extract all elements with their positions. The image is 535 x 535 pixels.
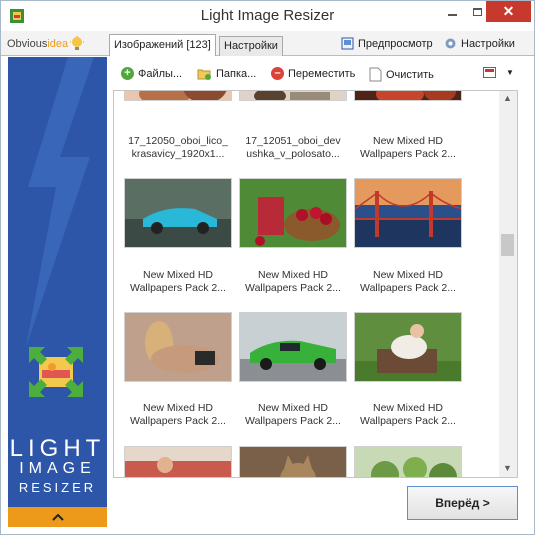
close-icon: ✕ (502, 3, 515, 19)
app-window: Light Image Resizer ✕ Obvious idea Изобра… (0, 0, 535, 535)
thumbnail-caption: New Mixed HD Wallpapers Pack 2... (360, 269, 456, 294)
thumbnail-caption: New Mixed HD Wallpapers Pack 2... (245, 269, 341, 294)
add-files-button[interactable]: + Файлы... (121, 67, 182, 80)
resize-arrows-icon (29, 347, 83, 397)
thumbnail-girl-on-sofa[interactable] (354, 312, 462, 382)
scroll-up-icon[interactable]: ▲ (503, 93, 512, 103)
logo-text-idea: idea (47, 38, 69, 50)
preview-label: Предпросмотр (358, 37, 433, 50)
chevron-down-icon: ▼ (506, 68, 514, 77)
scroll-down-icon[interactable]: ▼ (503, 463, 512, 473)
gear-icon (445, 38, 456, 49)
header-row: Obvious idea Изображений [123] Настройки … (1, 31, 534, 56)
scrollbar-thumb[interactable] (501, 234, 514, 256)
blank-page-icon (369, 67, 382, 82)
thumbnail-caption: 17_12050_oboi_lico_ krasavicy_1920x1... (128, 135, 228, 160)
clear-label: Очистить (386, 68, 434, 81)
thumbnail-red-guitar[interactable] (354, 91, 462, 101)
next-button[interactable]: Вперёд > (407, 486, 518, 520)
toolbar: + Файлы... Папка... – Переместить Очисти… (113, 64, 523, 86)
brand-text-light: LIGHT (9, 435, 106, 462)
brand-text-resizer: RESIZER (18, 480, 97, 495)
thumbnail-tabby-cat[interactable] (239, 446, 347, 477)
clear-button[interactable]: Очистить (369, 67, 434, 82)
thumbnail-caption: New Mixed HD Wallpapers Pack 2... (360, 402, 456, 427)
add-files-label: Файлы... (138, 67, 183, 80)
folder-icon (197, 69, 211, 80)
move-label: Переместить (288, 67, 356, 80)
settings-button[interactable]: Настройки (444, 37, 515, 50)
collapse-panel-button[interactable] (8, 507, 107, 527)
maximize-icon (472, 7, 482, 16)
chevron-up-icon (51, 513, 64, 521)
close-button[interactable]: ✕ (486, 1, 531, 22)
lightning-bolt-graphic (26, 57, 94, 347)
settings-label: Настройки (461, 37, 515, 50)
remove-icon: – (271, 67, 284, 80)
thumbnail-woman-pose[interactable] (124, 312, 232, 382)
view-mode-icon (483, 67, 496, 78)
brand-text-image: IMAGE (19, 460, 96, 477)
view-options-button[interactable]: ▼ (483, 67, 514, 78)
thumbnail-caption: New Mixed HD Wallpapers Pack 2... (130, 402, 226, 427)
thumbnail-golden-gate-bridge[interactable] (354, 178, 462, 248)
thumbnail-woman-lying[interactable] (239, 91, 347, 101)
minimize-icon (447, 13, 457, 16)
lightbulb-icon (70, 36, 85, 50)
thumbnail-woman-portrait[interactable] (124, 91, 232, 101)
preview-icon (341, 37, 354, 50)
title-bar[interactable]: Light Image Resizer ✕ (1, 1, 534, 31)
tab-images[interactable]: Изображений [123] (109, 34, 216, 56)
add-folder-button[interactable]: Папка... (197, 67, 256, 80)
thumbnail-green-muscle-car[interactable] (239, 312, 347, 382)
minimize-button[interactable] (438, 1, 466, 22)
thumbnail-caption: New Mixed HD Wallpapers Pack 2... (360, 135, 456, 160)
logo-text-obvious: Obvious (7, 38, 48, 50)
gallery-scrollbar[interactable]: ▲ ▼ (499, 91, 517, 477)
move-button[interactable]: – Переместить (271, 67, 355, 80)
preview-button[interactable]: Предпросмотр (341, 37, 433, 50)
add-folder-label: Папка... (216, 67, 257, 80)
thumbnail-beach-woman[interactable] (124, 446, 232, 477)
thumbnail-caption: 17_12051_oboi_dev ushka_v_polosato... (245, 135, 341, 160)
thumbnail-cherries-and-drink[interactable] (239, 178, 347, 248)
tab-settings[interactable]: Настройки (219, 36, 283, 56)
thumbnail-blue-sports-car[interactable] (124, 178, 232, 248)
thumbnail-garden[interactable] (354, 446, 462, 477)
thumbnail-caption: New Mixed HD Wallpapers Pack 2... (245, 402, 341, 427)
image-gallery[interactable]: 17_12050_oboi_lico_ krasavicy_1920x1... … (113, 90, 518, 478)
add-files-icon: + (121, 67, 134, 80)
obviousidea-logo[interactable]: Obvious idea (7, 34, 85, 54)
thumbnail-caption: New Mixed HD Wallpapers Pack 2... (130, 269, 226, 294)
brand-panel: LIGHT IMAGE RESIZER (8, 57, 107, 527)
